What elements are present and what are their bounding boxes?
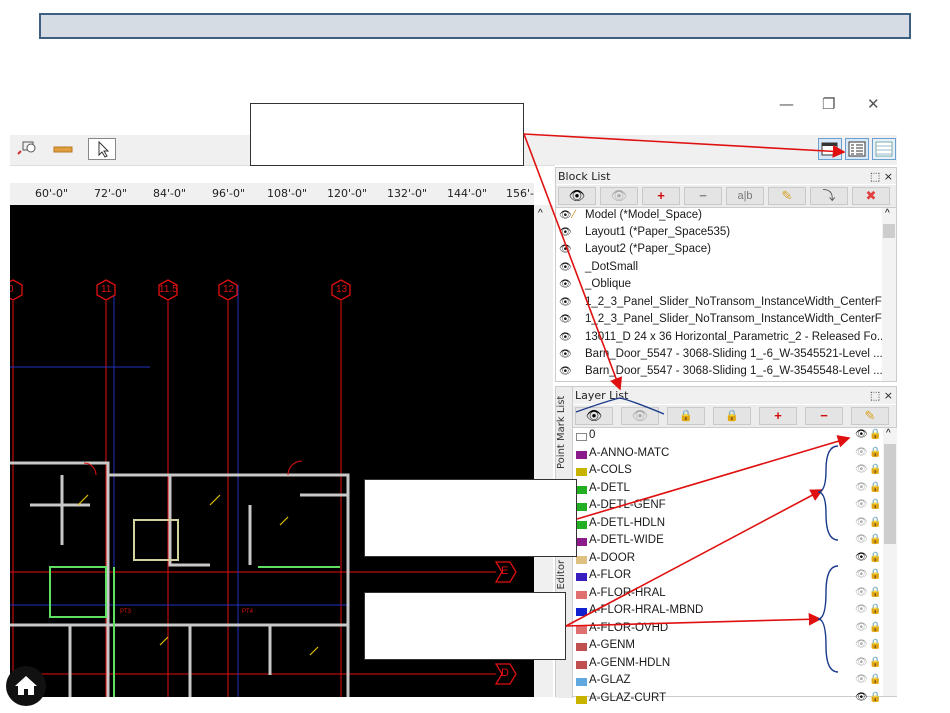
annotation-overlay (523, 133, 851, 673)
home-button[interactable] (6, 666, 46, 706)
home-icon (15, 676, 37, 695)
